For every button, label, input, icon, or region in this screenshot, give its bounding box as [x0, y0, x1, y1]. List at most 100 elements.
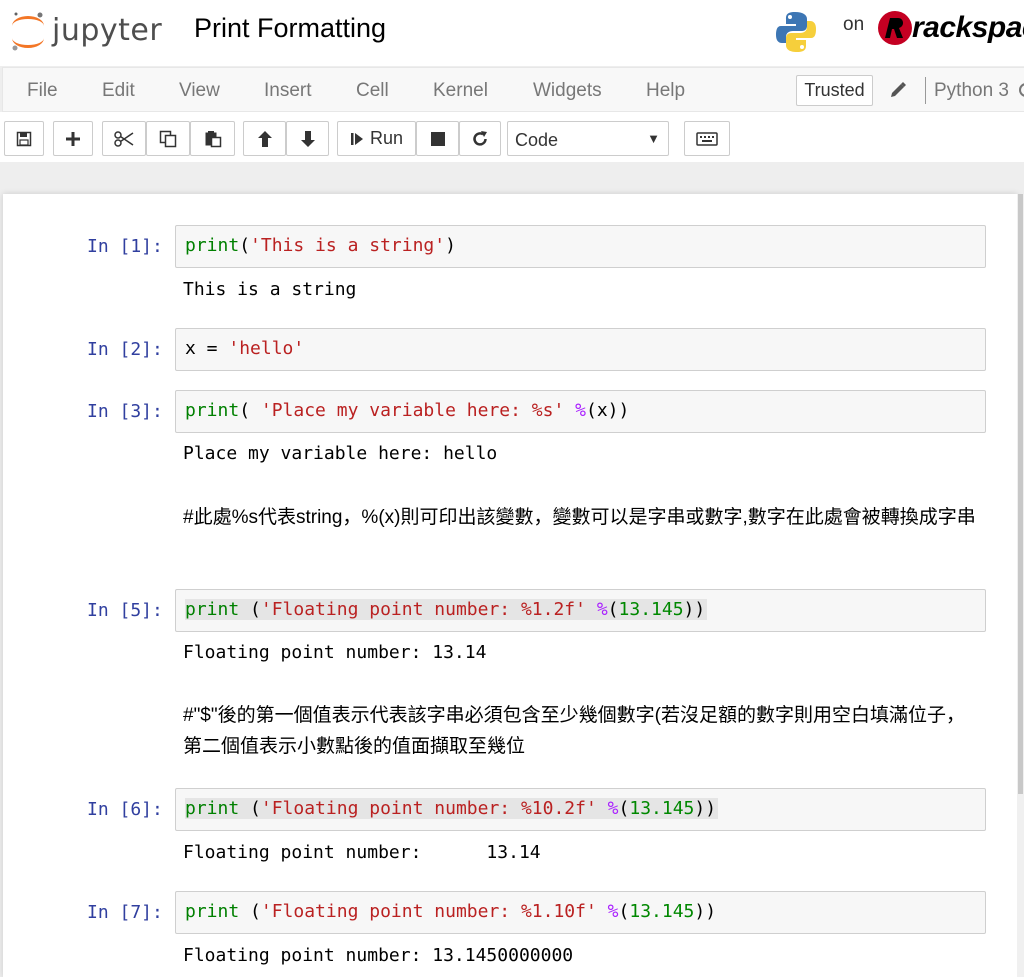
code-line: print ( 'Floating point number: %1.10f' %… — [185, 901, 716, 922]
code-cell-input[interactable]: x = 'hello' — [175, 328, 986, 371]
run-button[interactable]: Run — [337, 121, 416, 156]
cut-button[interactable] — [102, 121, 146, 156]
plus-icon — [66, 131, 80, 146]
menu-view[interactable]: View — [179, 80, 220, 102]
code-line: print( 'Place my variable here: %s' %(x)… — [185, 400, 629, 421]
markdown-note: #此處%s代表string，%(x)則可印出該變數，變數可以是字串或數字,數字在… — [183, 507, 976, 528]
menu-file[interactable]: File — [27, 80, 58, 102]
code-string: 'Place my variable here: %s' — [260, 400, 565, 421]
code-cell-input[interactable]: print ( 'Floating point number: %1.10f' %… — [175, 891, 986, 934]
restart-kernel-button[interactable] — [459, 121, 501, 156]
menu-cell[interactable]: Cell — [356, 80, 389, 102]
code-string: 'This is a string' — [250, 235, 446, 256]
code-text: (x)) — [586, 400, 630, 421]
cell-prompt: In [2]: — [87, 339, 163, 360]
code-keyword: print — [185, 400, 240, 421]
move-down-button[interactable] — [286, 121, 329, 156]
code-cell-input[interactable]: print( 'Place my variable here: %s' %(x)… — [175, 390, 986, 433]
cell-prompt: In [5]: — [87, 600, 163, 621]
code-cell-input[interactable]: print ('Floating point number: %1.2f' %(… — [175, 589, 986, 632]
code-string: 'hello' — [228, 338, 305, 359]
interrupt-kernel-button[interactable] — [416, 121, 459, 156]
menu-widgets[interactable]: Widgets — [533, 80, 602, 102]
host-on-text: on — [843, 14, 865, 35]
kernel-status-icon — [1019, 83, 1024, 97]
code-cell-input[interactable]: print ('Floating point number: %10.2f' %… — [175, 788, 986, 831]
menu-help[interactable]: Help — [646, 80, 685, 102]
notebook-title[interactable]: Print Formatting — [194, 13, 386, 44]
scrollbar-thumb[interactable] — [1018, 194, 1023, 794]
run-label: Run — [369, 128, 404, 148]
code-text: x = — [185, 338, 229, 359]
toolbar-divider — [0, 162, 1024, 194]
code-text: ( — [239, 400, 261, 421]
paste-button[interactable] — [190, 121, 235, 156]
code-text: ( — [239, 235, 251, 256]
kernel-separator — [925, 77, 926, 104]
insert-cell-button[interactable] — [53, 121, 93, 156]
code-number: 13.145 — [618, 599, 684, 620]
code-operator: % — [607, 798, 619, 819]
markdown-note: #"$"後的第一個值表示代表該字串必須包含至少幾個數字(若沒足額的數字則用空白填… — [183, 705, 965, 757]
cell-output: Floating point number: 13.1450000000 — [183, 945, 574, 966]
cell-output: Floating point number: 13.14 — [183, 842, 541, 863]
jupyter-logo-icon — [12, 12, 44, 51]
move-up-button[interactable] — [243, 121, 286, 156]
jupyter-logo[interactable]: jupyter — [8, 8, 173, 54]
header: jupyter Print Formatting on rackspace — [0, 0, 1024, 66]
cell-output: Place my variable here: hello — [183, 443, 498, 464]
pencil-icon[interactable] — [889, 81, 907, 104]
arrow-up-icon — [257, 130, 272, 147]
paste-icon — [205, 130, 221, 147]
save-icon — [16, 131, 32, 146]
menu-insert[interactable]: Insert — [264, 80, 312, 102]
rackspace-logo-text: rackspace — [912, 11, 1024, 44]
code-line: print ('Floating point number: %10.2f' %… — [185, 798, 719, 819]
rackspace-logo: rackspace — [876, 8, 1024, 48]
code-keyword: print — [185, 901, 240, 922]
kernel-name[interactable]: Python 3 — [934, 80, 1009, 102]
code-number: 13.145 — [629, 798, 695, 819]
code-text: ( — [239, 599, 261, 620]
cell-prompt: In [6]: — [87, 799, 163, 820]
toolbar: Run Code ▼ — [0, 112, 1024, 162]
code-operator: % — [575, 400, 586, 421]
code-operator: % — [607, 901, 619, 922]
dropdown-arrow-icon: ▼ — [647, 131, 660, 146]
code-operator: % — [596, 599, 608, 620]
code-line: print ('Floating point number: %1.2f' %(… — [185, 599, 708, 620]
menu-kernel[interactable]: Kernel — [433, 80, 488, 102]
cut-icon — [114, 130, 134, 147]
copy-button[interactable] — [146, 121, 190, 156]
code-string: 'Floating point number: %1.10f' — [260, 901, 597, 922]
logo-text: jupyter — [52, 13, 163, 48]
cell-output: This is a string — [183, 279, 357, 300]
cell-type-value: Code — [515, 130, 559, 150]
stop-icon — [430, 131, 445, 146]
code-text: ( — [618, 901, 630, 922]
code-text: )) — [683, 599, 706, 620]
command-palette-button[interactable] — [684, 121, 730, 156]
code-line: print('This is a string') — [185, 235, 456, 256]
keyboard-icon — [696, 131, 718, 146]
cell-type-select[interactable]: Code ▼ — [507, 121, 669, 156]
code-text: ) — [445, 235, 456, 256]
save-button[interactable] — [4, 121, 44, 156]
code-cell-input[interactable]: print('This is a string') — [175, 225, 986, 268]
code-keyword: print — [185, 798, 240, 819]
cell-prompt: In [7]: — [87, 902, 163, 923]
menu-edit[interactable]: Edit — [102, 80, 135, 102]
restart-icon — [473, 130, 487, 146]
code-text: ( — [607, 599, 619, 620]
python-logo-icon — [774, 10, 818, 59]
trusted-notebook-indicator[interactable]: Trusted — [796, 75, 873, 106]
code-line: x = 'hello' — [185, 338, 304, 359]
cell-output: Floating point number: 13.14 — [183, 642, 487, 663]
code-text: ( — [618, 798, 630, 819]
cell-prompt: In [3]: — [87, 401, 163, 422]
run-icon — [350, 132, 363, 145]
